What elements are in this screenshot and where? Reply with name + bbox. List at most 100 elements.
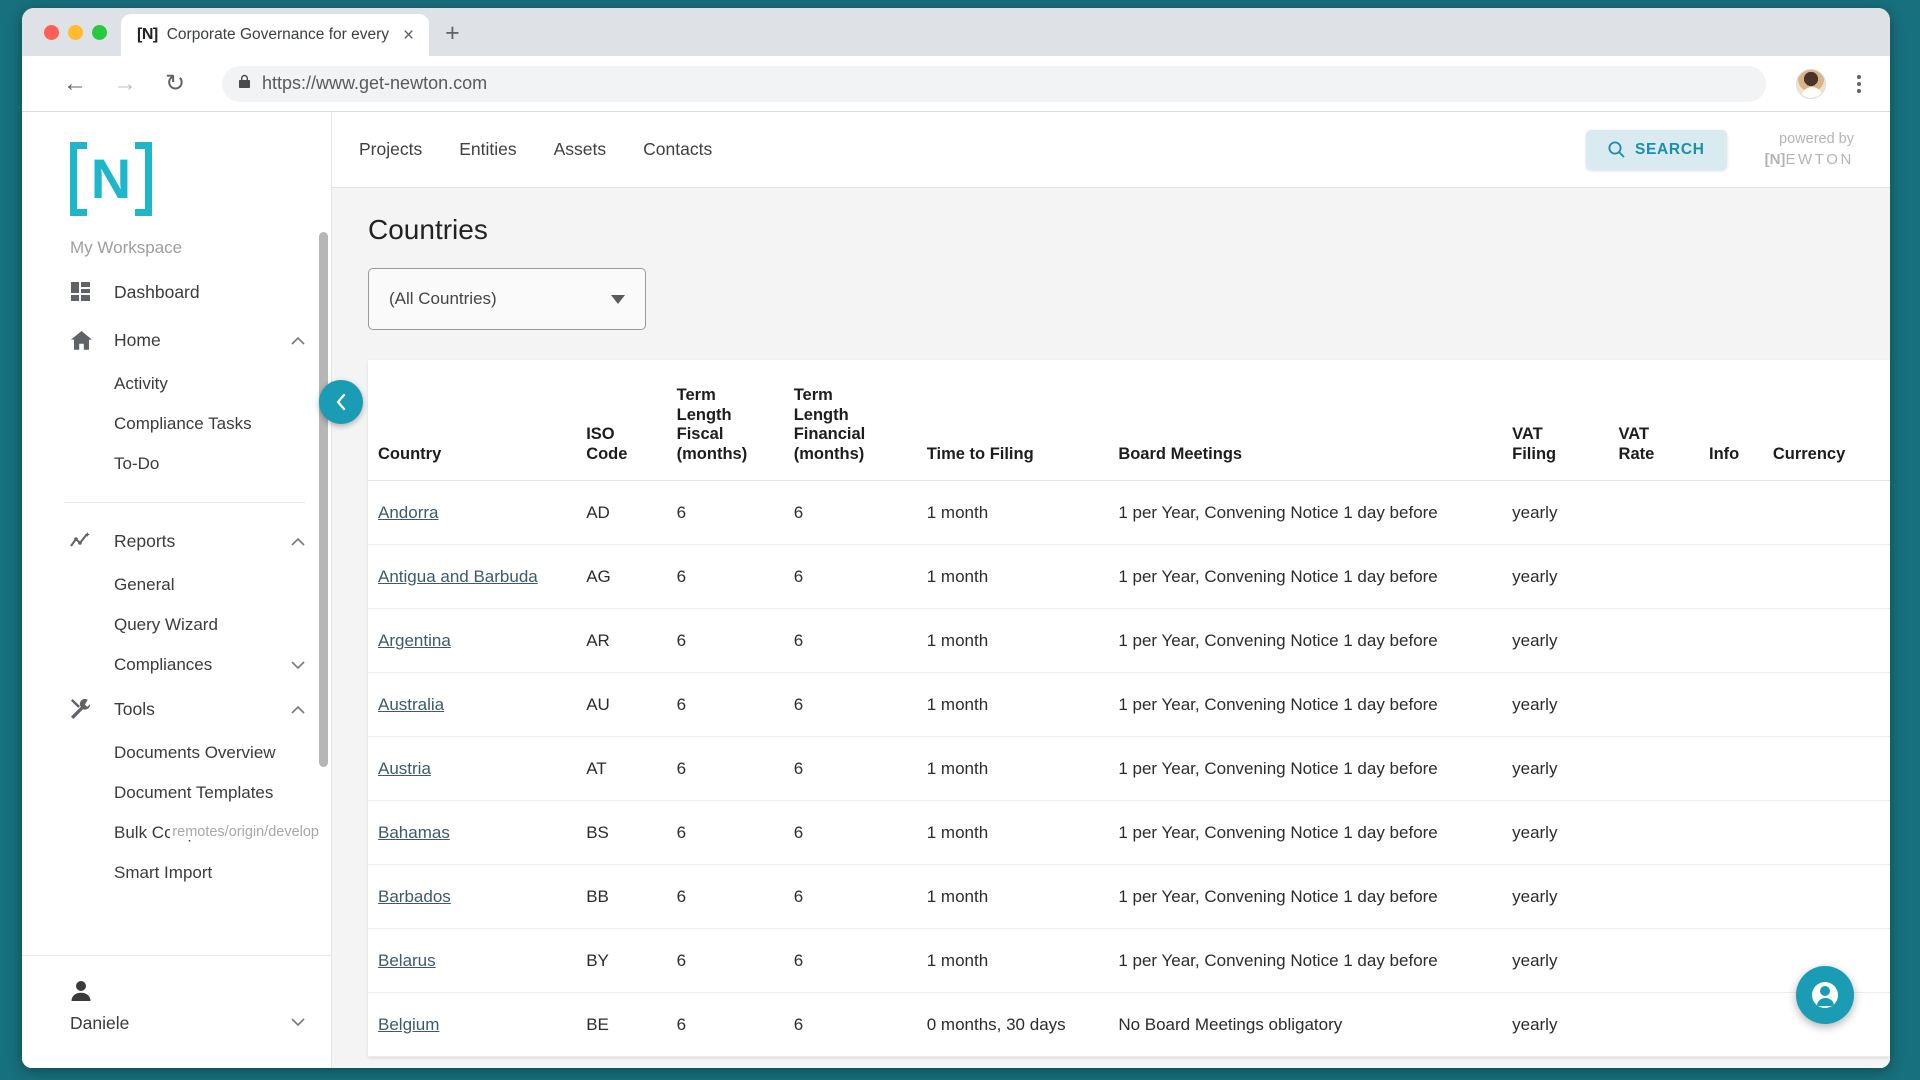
- sidebar-subitem-label: Smart Import: [114, 863, 213, 882]
- column-header-vat-rate[interactable]: VAT Rate: [1618, 360, 1709, 481]
- chevron-down-icon[interactable]: [291, 1015, 305, 1034]
- tools-icon: [70, 698, 92, 720]
- column-header-vat-filing[interactable]: VAT Filing: [1512, 360, 1619, 481]
- chevron-up-icon[interactable]: [291, 702, 305, 717]
- chevron-up-icon[interactable]: [291, 534, 305, 549]
- sidebar-item-document-templates[interactable]: Document Templates: [22, 773, 331, 813]
- nav-item-assets[interactable]: Assets: [541, 133, 620, 166]
- browser-tab[interactable]: [N] Corporate Governance for every ×: [121, 14, 430, 56]
- nav-item-projects[interactable]: Projects: [346, 133, 435, 166]
- country-filter-select[interactable]: (All Countries): [368, 268, 646, 330]
- country-link[interactable]: Barbados: [378, 887, 451, 906]
- forward-button[interactable]: →: [110, 71, 140, 96]
- close-tab-icon[interactable]: ×: [398, 24, 419, 47]
- cell-time-to-filing: 1 month: [926, 672, 1119, 737]
- cell-currency: [1772, 864, 1890, 929]
- table-row[interactable]: Austria AT 6 6 1 month 1 per Year, Convening …: [368, 736, 1890, 801]
- sidebar-item-compliances[interactable]: Compliances: [22, 645, 331, 685]
- new-tab-button[interactable]: +: [429, 21, 474, 56]
- cell-iso-code: BB: [586, 864, 677, 929]
- sidebar-item-activity[interactable]: Activity: [22, 364, 331, 404]
- country-link[interactable]: Australia: [378, 695, 444, 714]
- column-header-country[interactable]: Country: [368, 360, 587, 481]
- cell-board-meetings: 1 per Year, Convening Notice 1 day befor…: [1118, 608, 1513, 673]
- sidebar-item-compliance-tasks[interactable]: Compliance Tasks: [22, 404, 331, 444]
- cell-iso-code: AG: [586, 544, 677, 609]
- nav-item-contacts[interactable]: Contacts: [630, 133, 725, 166]
- column-header-term-length-fiscal[interactable]: Term Length Fiscal (months): [676, 360, 794, 481]
- country-link[interactable]: Argentina: [378, 631, 451, 650]
- table-row[interactable]: Belgium BE 6 6 0 months, 30 days No Board Mee…: [368, 992, 1890, 1057]
- close-window-button[interactable]: [44, 24, 59, 40]
- table-row[interactable]: Antigua and Barbuda AG 6 6 1 month 1 per Year…: [368, 544, 1890, 609]
- table-row[interactable]: Andorra AD 6 6 1 month 1 per Year, Convening …: [368, 480, 1890, 545]
- support-fab-button[interactable]: [1796, 966, 1854, 1024]
- maximize-window-button[interactable]: [92, 24, 107, 40]
- country-link[interactable]: Belarus: [378, 951, 436, 970]
- chevron-down-icon[interactable]: [291, 658, 305, 673]
- table-row[interactable]: Belarus BY 6 6 1 month 1 per Year, Convening …: [368, 928, 1890, 993]
- sidebar-subitem-label: Activity: [114, 374, 168, 393]
- primary-nav: Projects Entities Assets Contacts: [346, 133, 725, 166]
- reload-button[interactable]: ↻: [160, 71, 190, 96]
- column-header-info[interactable]: Info: [1708, 360, 1773, 481]
- table-row[interactable]: Argentina AR 6 6 1 month 1 per Year, Convenin…: [368, 608, 1890, 673]
- countries-table: Country ISO Code Term Length Fiscal (months)…: [368, 360, 1890, 1057]
- sidebar-item-tools[interactable]: Tools: [22, 685, 331, 733]
- country-link[interactable]: Andorra: [378, 503, 438, 522]
- minimize-window-button[interactable]: [68, 24, 83, 40]
- cell-country: Bahamas: [368, 800, 587, 865]
- powered-by-label: powered by: [1779, 131, 1854, 147]
- address-bar[interactable]: https://www.get-newton.com: [222, 65, 1766, 102]
- sidebar-item-home[interactable]: Home: [22, 316, 331, 364]
- cell-vat-filing: yearly: [1512, 544, 1619, 609]
- tab-title: Corporate Governance for every: [166, 26, 389, 43]
- sidebar-collapse-toggle[interactable]: [319, 380, 363, 424]
- sidebar-item-to-do[interactable]: To-Do: [22, 444, 331, 484]
- sidebar-item-query-wizard[interactable]: Query Wizard: [22, 605, 331, 645]
- country-link[interactable]: Austria: [378, 759, 431, 778]
- chevron-up-icon[interactable]: [291, 333, 305, 348]
- column-header-currency[interactable]: Currency: [1772, 360, 1890, 481]
- country-link[interactable]: Belgium: [378, 1015, 439, 1034]
- cell-time-to-filing: 1 month: [926, 480, 1119, 545]
- sidebar-item-general[interactable]: General: [22, 565, 331, 605]
- reports-icon: [70, 530, 92, 552]
- sidebar-item-reports[interactable]: Reports: [22, 517, 331, 565]
- sidebar-item-smart-import[interactable]: Smart Import: [22, 853, 331, 893]
- cell-term-length-fiscal: 6: [676, 608, 794, 673]
- search-button[interactable]: SEARCH: [1585, 129, 1727, 170]
- column-header-iso-code[interactable]: ISO Code: [586, 360, 677, 481]
- sidebar-subitem-label: To-Do: [114, 454, 160, 473]
- cell-info: [1708, 672, 1773, 737]
- table-row[interactable]: Barbados BB 6 6 1 month 1 per Year, Convening…: [368, 864, 1890, 929]
- cell-vat-rate: [1618, 800, 1709, 865]
- table-header-row: Country ISO Code Term Length Fiscal (months)…: [368, 360, 1890, 481]
- user-menu[interactable]: Daniele: [70, 980, 305, 1034]
- user-name: Daniele: [70, 1013, 130, 1033]
- column-header-time-to-filing[interactable]: Time to Filing: [926, 360, 1119, 481]
- sidebar-item-dashboard[interactable]: Dashboard: [22, 268, 331, 316]
- table-row[interactable]: Bahamas BS 6 6 1 month 1 per Year, Convening …: [368, 800, 1890, 865]
- back-button[interactable]: ←: [60, 71, 90, 96]
- cell-vat-filing: yearly: [1512, 480, 1619, 545]
- country-link[interactable]: Bahamas: [378, 823, 450, 842]
- cell-board-meetings: 1 per Year, Convening Notice 1 day befor…: [1118, 480, 1513, 545]
- cell-term-length-fiscal: 6: [676, 480, 794, 545]
- column-header-term-length-financial[interactable]: Term Length Financial (months): [793, 360, 927, 481]
- country-filter-value: (All Countries): [389, 289, 497, 308]
- column-header-board-meetings[interactable]: Board Meetings: [1118, 360, 1513, 481]
- table-row[interactable]: Australia AU 6 6 1 month 1 per Year, Convenin…: [368, 672, 1890, 737]
- country-link[interactable]: Antigua and Barbuda: [378, 567, 538, 586]
- sidebar-subitem-label: Compliances: [114, 655, 213, 674]
- nav-item-entities[interactable]: Entities: [446, 133, 529, 166]
- cell-vat-rate: [1618, 544, 1709, 609]
- cell-term-length-fiscal: 6: [676, 800, 794, 865]
- sidebar-scrollbar-thumb[interactable]: [319, 232, 328, 767]
- browser-menu-button[interactable]: [1846, 74, 1872, 93]
- cell-country: Antigua and Barbuda: [368, 544, 587, 609]
- cell-board-meetings: 1 per Year, Convening Notice 1 day befor…: [1118, 928, 1513, 993]
- sidebar-item-documents-overview[interactable]: Documents Overview: [22, 733, 331, 773]
- profile-avatar[interactable]: [1796, 68, 1826, 99]
- cell-time-to-filing: 1 month: [926, 928, 1119, 993]
